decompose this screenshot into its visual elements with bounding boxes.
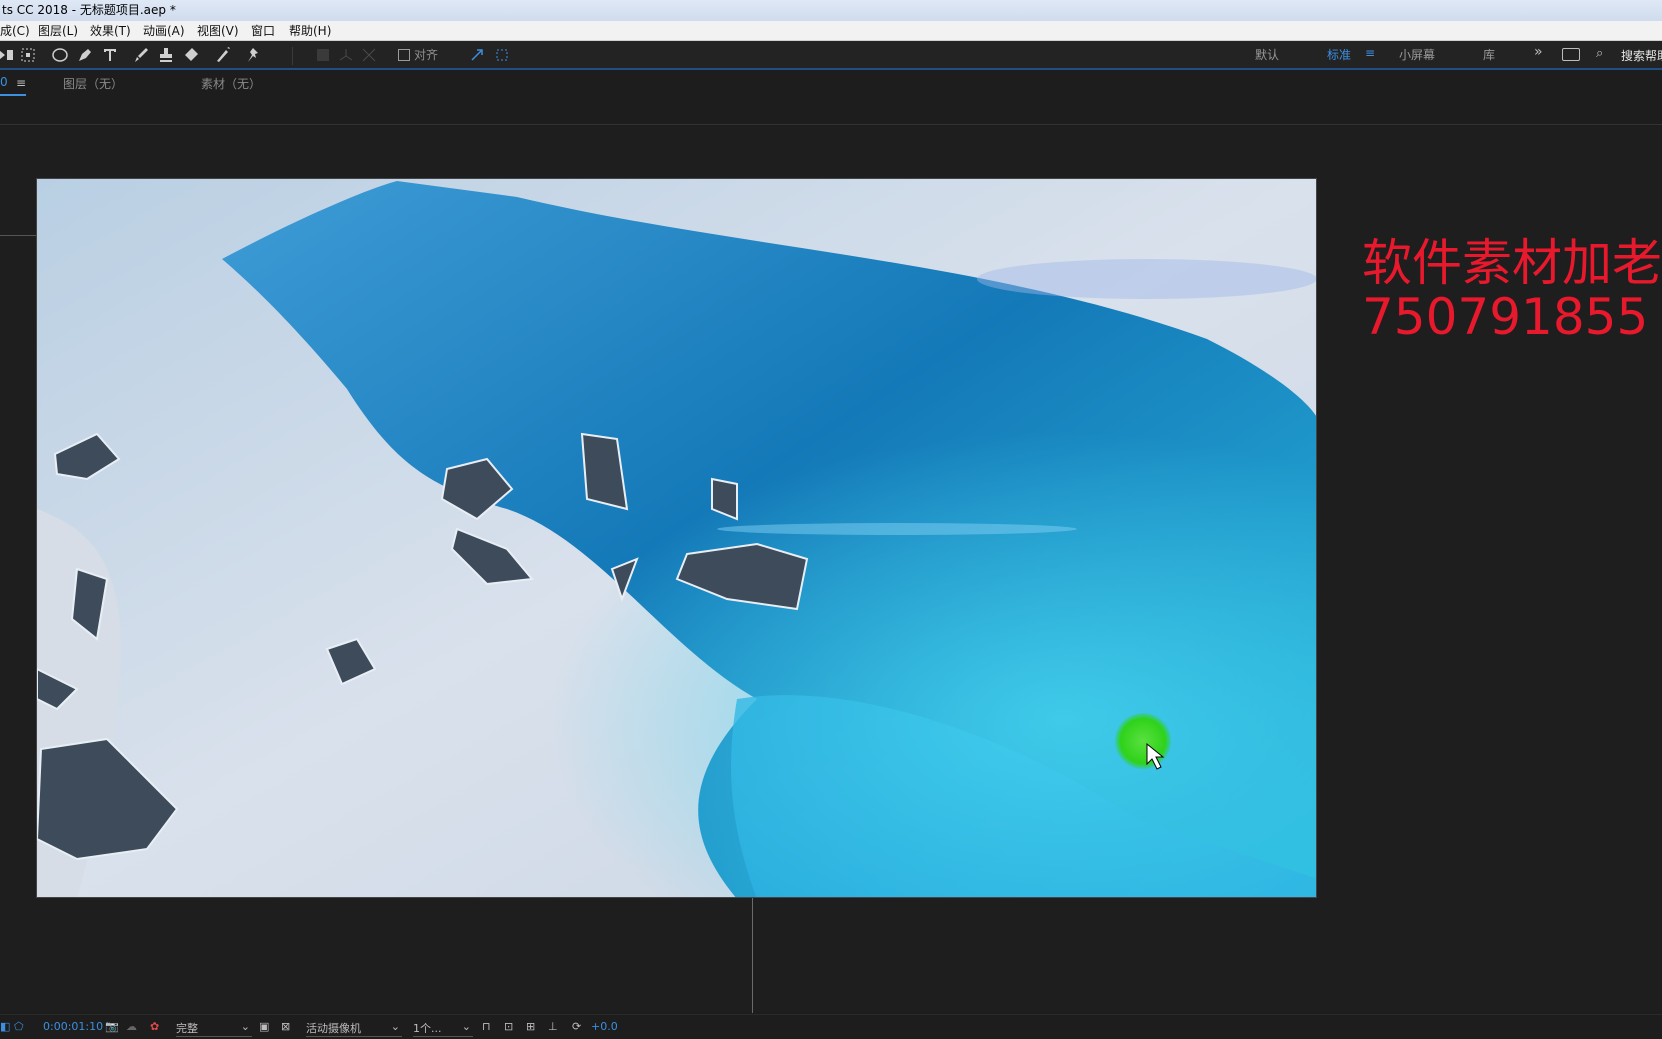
- watermark-line1: 软件素材加老: [1362, 234, 1662, 292]
- menu-composition[interactable]: 成(C): [0, 21, 30, 41]
- composition-canvas[interactable]: [36, 178, 1317, 898]
- color-channel-icon[interactable]: ✿: [150, 1020, 159, 1033]
- watermark-overlay: 软件素材加老 750791855: [1362, 236, 1662, 344]
- menu-animation[interactable]: 动画(A): [143, 21, 185, 41]
- search-icon[interactable]: ⌕: [1596, 46, 1603, 61]
- fast-previews-icon[interactable]: ⊡: [504, 1020, 513, 1033]
- menu-help[interactable]: 帮助(H): [289, 21, 331, 41]
- clone-stamp-tool-icon[interactable]: [156, 45, 176, 65]
- flowchart-icon[interactable]: ⊥: [548, 1020, 558, 1033]
- viewer-guide-line: [752, 898, 753, 1013]
- text-tool-icon[interactable]: [100, 45, 120, 65]
- resolution-value: 完整: [176, 1022, 198, 1035]
- camera-dropdown[interactable]: 活动摄像机 ⌄: [306, 1020, 402, 1037]
- workspace-standard[interactable]: 标准: [1327, 46, 1351, 63]
- more-workspaces-icon[interactable]: »: [1534, 44, 1543, 60]
- menu-bar: 成(C) 图层(L) 效果(T) 动画(A) 视图(V) 窗口 帮助(H): [0, 21, 1662, 41]
- title-bar: ts CC 2018 - 无标题项目.aep *: [0, 0, 1662, 21]
- composition-viewer[interactable]: 软件素材加老 750791855: [0, 126, 1662, 1013]
- puppet-pin-tool-icon[interactable]: [243, 45, 263, 65]
- tools-toolbar: 对齐 默认 标准 ≡ 小屏幕 库 » ⌕ 搜索帮助: [0, 41, 1662, 70]
- views-dropdown[interactable]: 1个... ⌄: [413, 1020, 473, 1037]
- eraser-tool-icon[interactable]: [181, 45, 201, 65]
- snap-grid-icon[interactable]: [492, 45, 512, 65]
- chevron-down-icon: ⌄: [390, 1020, 400, 1033]
- chevron-down-icon: ⌄: [461, 1020, 471, 1033]
- active-tab-indicator: [0, 94, 26, 96]
- panel-menu-icon[interactable]: ≡: [16, 76, 26, 90]
- menu-view[interactable]: 视图(V): [197, 21, 239, 41]
- cursor-highlight: [1115, 713, 1171, 769]
- exposure-value[interactable]: +0.0: [591, 1020, 618, 1033]
- region-of-interest-icon[interactable]: ▣: [259, 1020, 269, 1033]
- after-effects-window: ts CC 2018 - 无标题项目.aep * 成(C) 图层(L) 效果(T…: [0, 0, 1662, 1039]
- always-preview-icon[interactable]: ◧: [0, 1020, 10, 1033]
- roto-brush-tool-icon[interactable]: [213, 45, 233, 65]
- ice-render-frame: [37, 179, 1316, 897]
- resolution-dropdown[interactable]: 完整 ⌄: [176, 1020, 252, 1037]
- workspace-small-screen[interactable]: 小屏幕: [1399, 46, 1435, 63]
- align-checkbox[interactable]: [398, 49, 410, 61]
- menu-window[interactable]: 窗口: [251, 21, 275, 41]
- timeline-icon[interactable]: ⊞: [526, 1020, 535, 1033]
- viewer-control-bar: ◧ ⬠ 0:00:01:10 📷 ☁ ✿ 完整 ⌄ ▣ ⊠ 活动摄像机 ⌄ 1个…: [0, 1014, 1662, 1039]
- transparency-grid-icon[interactable]: ⊠: [281, 1020, 290, 1033]
- ellipse-tool-icon[interactable]: [50, 45, 70, 65]
- local-axis-icon: [313, 45, 333, 65]
- tab-layer[interactable]: 图层（无）: [63, 75, 123, 92]
- search-help-field[interactable]: 搜索帮助: [1621, 47, 1662, 64]
- workspace-default[interactable]: 默认: [1255, 46, 1279, 63]
- current-time-display[interactable]: 0:00:01:10: [43, 1020, 103, 1033]
- viewer-panel-tabs: 0 ≡ 图层（无） 素材（无）: [0, 71, 1662, 125]
- viewer-guide-line: [0, 235, 36, 236]
- mask-visibility-icon[interactable]: ⬠: [14, 1020, 24, 1033]
- workspace-libraries[interactable]: 库: [1483, 46, 1495, 63]
- watermark-line2: 750791855: [1362, 288, 1649, 346]
- pan-behind-tool-icon[interactable]: [0, 45, 16, 65]
- workspace-panel-icon[interactable]: [1562, 48, 1580, 61]
- menu-effect[interactable]: 效果(T): [90, 21, 131, 41]
- reset-exposure-icon[interactable]: ⟳: [572, 1020, 581, 1033]
- menu-layer[interactable]: 图层(L): [38, 21, 78, 41]
- tab-footage[interactable]: 素材（无）: [201, 75, 261, 92]
- toolbar-divider: [292, 47, 293, 65]
- snapshot-icon[interactable]: 📷: [105, 1020, 119, 1033]
- align-label: 对齐: [414, 48, 439, 62]
- selection-rect-tool-icon[interactable]: [18, 45, 38, 65]
- window-title: ts CC 2018 - 无标题项目.aep *: [2, 3, 176, 17]
- toggle-pixel-aspect-icon[interactable]: ⊓: [482, 1020, 491, 1033]
- snap-icon[interactable]: [467, 45, 487, 65]
- pen-tool-icon[interactable]: [75, 45, 95, 65]
- show-snapshot-icon[interactable]: ☁: [126, 1020, 137, 1033]
- workspace-menu-icon[interactable]: ≡: [1365, 46, 1375, 60]
- view-axis-icon: [359, 45, 379, 65]
- brush-tool-icon[interactable]: [131, 45, 151, 65]
- chevron-down-icon: ⌄: [240, 1020, 250, 1033]
- views-value: 1个...: [413, 1022, 442, 1035]
- world-axis-icon: [336, 45, 356, 65]
- camera-value: 活动摄像机: [306, 1022, 361, 1035]
